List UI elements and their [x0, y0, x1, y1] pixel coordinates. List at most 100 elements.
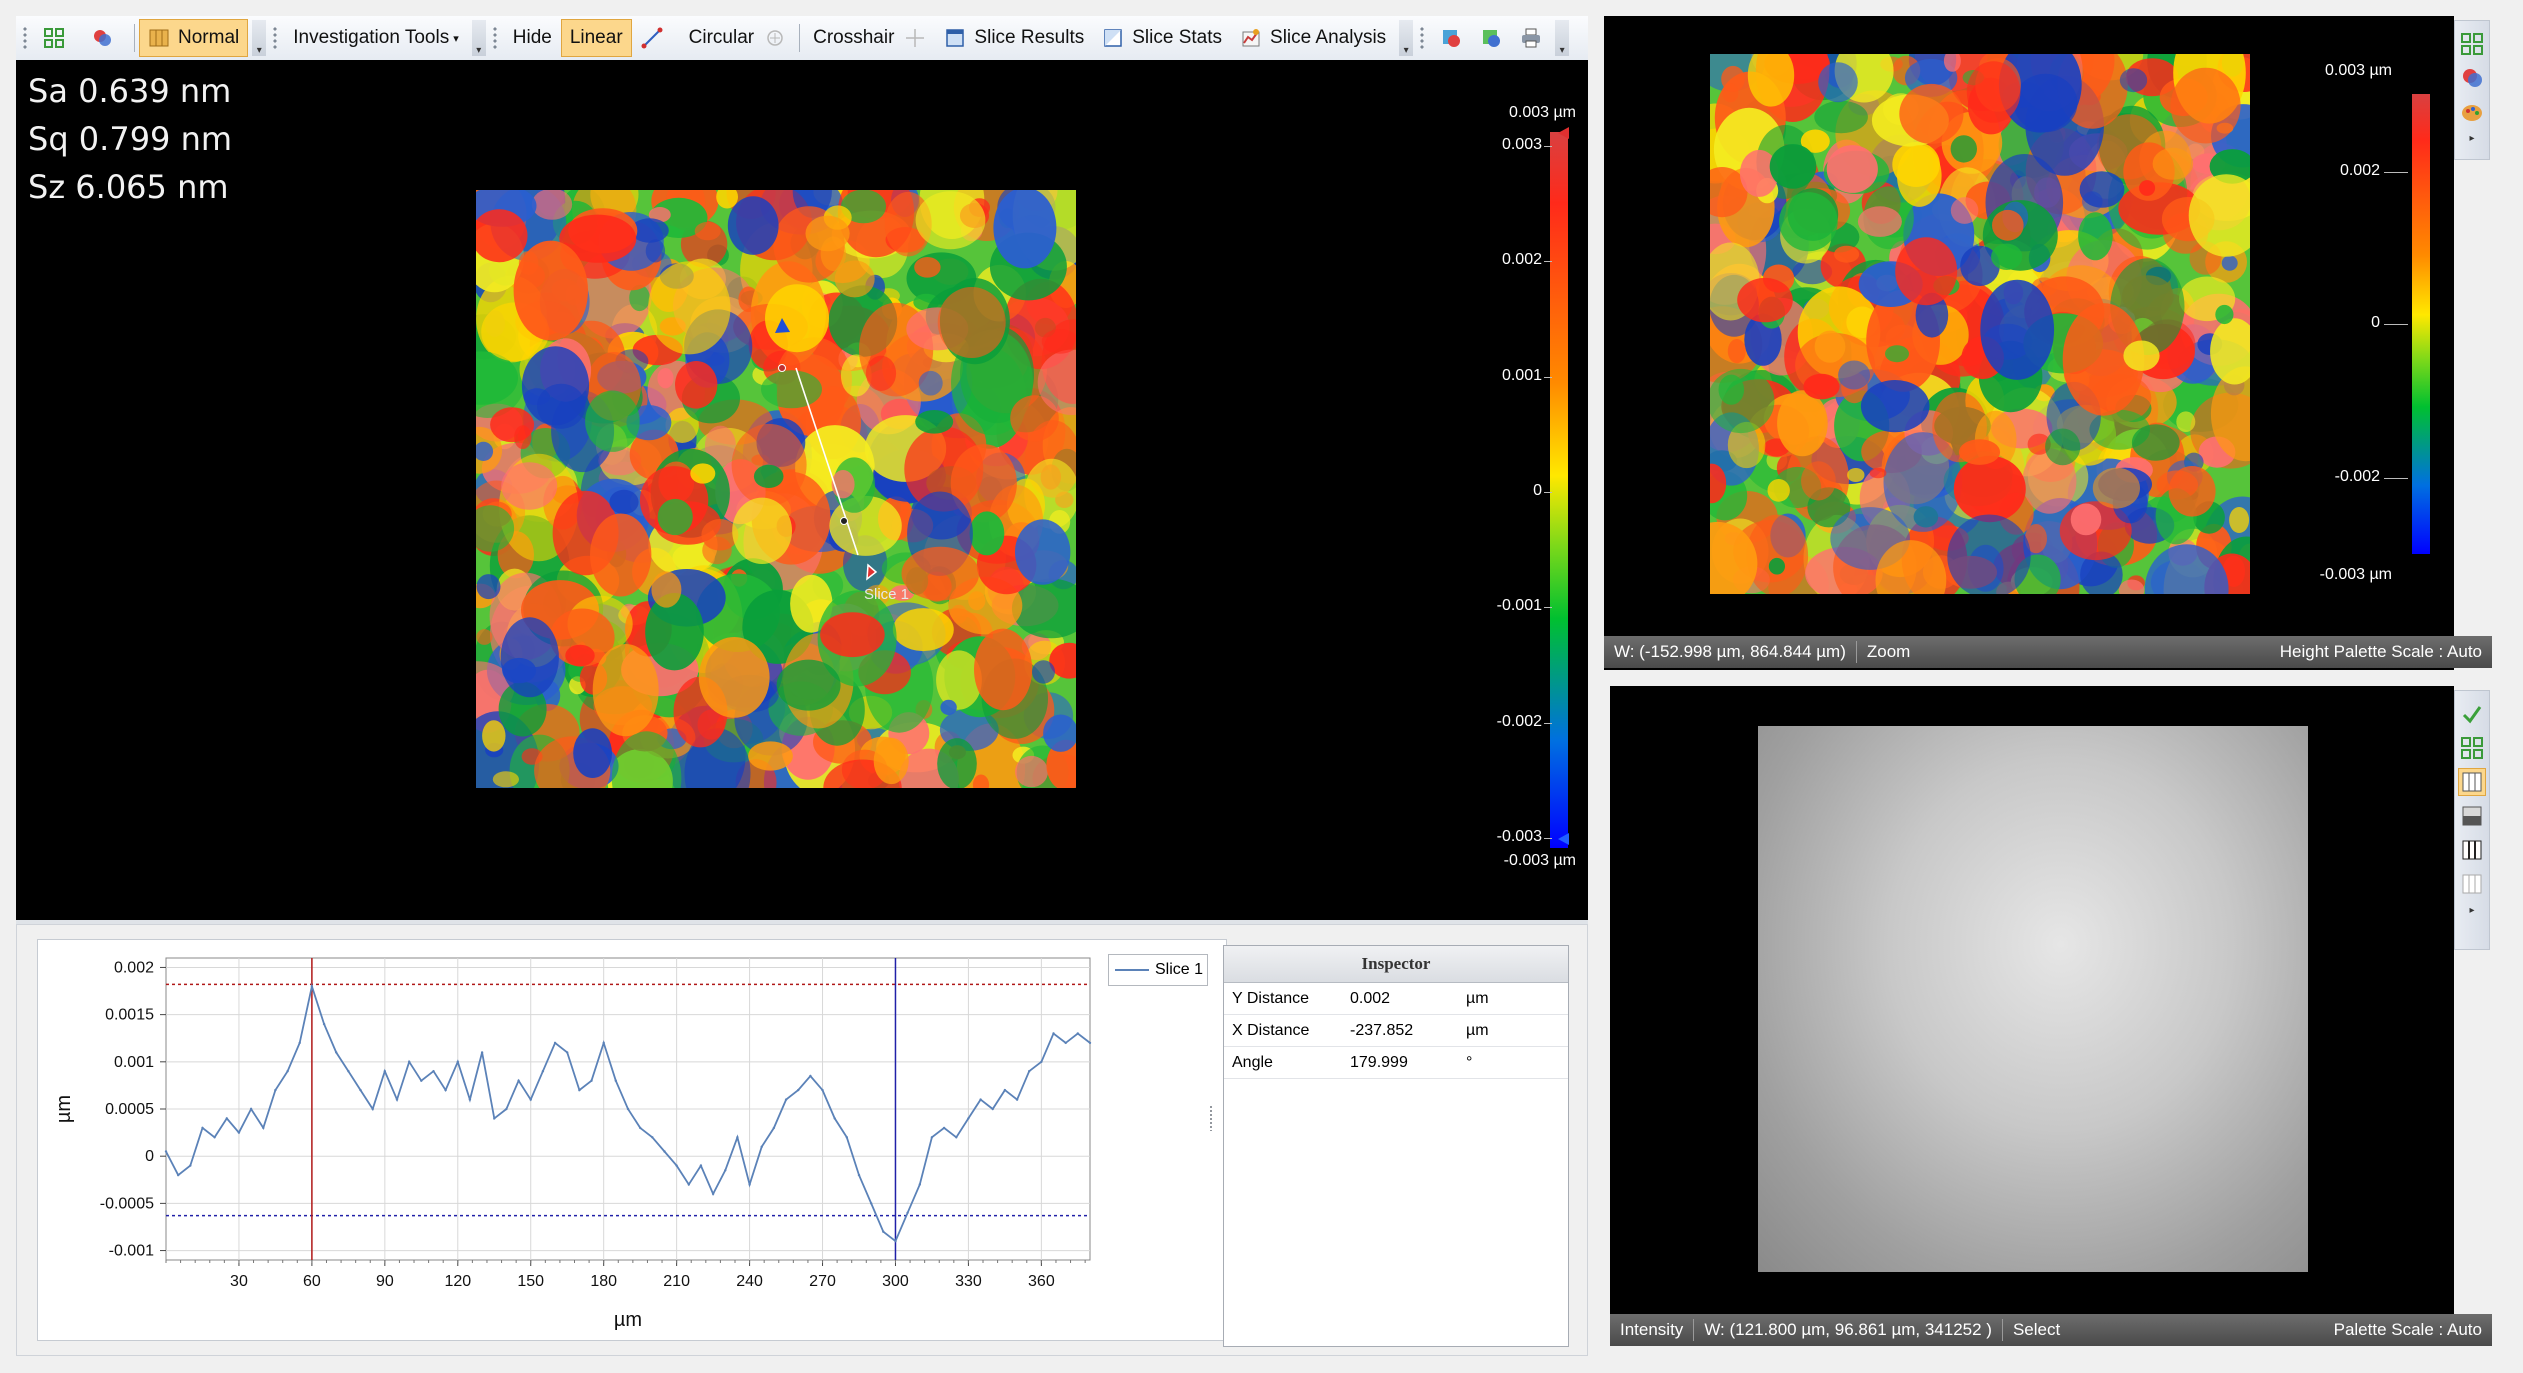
height-map-blob	[1801, 461, 1836, 501]
toolbar-grip[interactable]	[272, 26, 279, 50]
series-point	[882, 1230, 885, 1233]
height-view-status-bar: W: (-152.998 µm, 864.844 µm) Zoom Height…	[1604, 636, 2492, 668]
series-point	[894, 1239, 897, 1243]
series-point	[979, 1098, 982, 1101]
printer-icon	[1522, 28, 1541, 48]
intensity-w-coordinates: W: (121.800 µm, 96.861 µm, 341252 )	[1704, 1320, 1992, 1339]
main-surface-view[interactable]: Sa 0.639 nm Sq 0.799 nm Sz 6.065 nm Slic…	[16, 60, 1588, 920]
right-horizontal-splitter[interactable]	[1604, 670, 2492, 684]
series-point	[687, 1183, 690, 1186]
palette-icon[interactable]	[2459, 65, 2485, 91]
series-point	[1015, 1098, 1019, 1101]
slice-analysis-button[interactable]: Slice Analysis	[1231, 19, 1395, 57]
series-point	[651, 1136, 654, 1139]
slice-cursor-blue-dot[interactable]	[840, 517, 848, 525]
inspector-row-name: Angle	[1232, 1054, 1273, 1071]
slice-end-marker[interactable]	[866, 563, 878, 581]
toolbar-overflow-2[interactable]: ▾	[471, 20, 486, 56]
slice-stats-button[interactable]: Slice Stats	[1093, 19, 1231, 57]
slice-line[interactable]	[795, 367, 859, 556]
toolbar-grip[interactable]	[1419, 26, 1426, 50]
height-view-panel[interactable]: 0.003 µm 0.002 0 -0.002 -0.003 µm	[1604, 16, 2454, 676]
height-map-blob	[2079, 171, 2125, 208]
inspector-row: Y Distance 0.002 µm	[1224, 983, 1568, 1015]
slice-cursor-red-dot[interactable]	[778, 364, 786, 372]
height-w-coordinates: W: (-152.998 µm, 864.844 µm)	[1614, 642, 1846, 661]
series-point	[991, 1107, 994, 1111]
chart-legend: Slice 1	[1108, 954, 1208, 986]
image-mode-icon[interactable]	[2459, 803, 2485, 829]
height-palette-scale[interactable]: Height Palette Scale : Auto	[2270, 642, 2492, 662]
toolbar-grip[interactable]	[22, 26, 28, 50]
columns-disabled-icon[interactable]	[2459, 871, 2485, 897]
side-toolbar-overflow[interactable]: ▸	[2469, 905, 2474, 916]
series-point	[480, 1051, 484, 1054]
vertical-splitter[interactable]	[1590, 16, 1604, 1356]
series-point	[675, 1164, 678, 1167]
series-point	[930, 1136, 934, 1139]
checkmark-icon[interactable]	[2459, 701, 2485, 727]
slice-results-button[interactable]: Slice Results	[935, 19, 1093, 57]
investigation-tools-dropdown[interactable]: Investigation Tools ▾	[284, 19, 468, 57]
fit-view-icon[interactable]	[2459, 735, 2485, 761]
crosshair-label: Crosshair	[813, 27, 895, 48]
x-tick-label: 240	[736, 1273, 763, 1290]
side-toolbar-overflow[interactable]: ▸	[2469, 133, 2474, 144]
y-tick-label: -0.0005	[100, 1195, 154, 1212]
copy-image-button[interactable]	[1471, 19, 1511, 57]
colorbar-tick-label: 0.001	[1501, 366, 1542, 384]
intensity-image[interactable]	[1758, 726, 2308, 1272]
hide-button[interactable]: Hide	[504, 19, 561, 57]
slice-profile-chart[interactable]: 0.002 0.0015 0.001 0.0005 0 -0.0005 -0.001 30 60…	[37, 939, 1227, 1341]
normal-label: Normal	[178, 27, 240, 48]
series-point	[590, 1079, 593, 1082]
fit-view-button[interactable]	[34, 19, 82, 57]
toolbar-grip[interactable]	[491, 26, 498, 50]
grid-view-icon	[149, 29, 169, 47]
colorbar-tick-mark	[1544, 607, 1552, 609]
height-map-blob	[1950, 197, 1979, 224]
toolbar-overflow-1[interactable]: ▾	[252, 20, 267, 56]
toolbar-separator	[134, 24, 135, 52]
height-map-blob	[2092, 467, 2140, 509]
slice-start-marker[interactable]	[775, 318, 790, 333]
colorbar-tick-label: -0.003	[1496, 828, 1542, 845]
chart-splitter-grip[interactable]	[1209, 1105, 1213, 1131]
colorbar-tick-label: 0.003	[1501, 136, 1542, 153]
columns-icon[interactable]	[2459, 837, 2485, 863]
colorbar-tick-mark	[1544, 261, 1552, 263]
inspector-row: Angle 179.999 °	[1224, 1047, 1568, 1079]
circular-button[interactable]: Circular	[680, 19, 795, 57]
paint-palette-icon[interactable]	[2459, 99, 2485, 125]
height-map-thumbnail[interactable]	[1710, 54, 2250, 594]
series-point	[1003, 1088, 1007, 1092]
fit-view-icon[interactable]	[2459, 31, 2485, 57]
colorbar-max-label: 0.003 µm	[1508, 104, 1576, 121]
colorbar-tick-mark	[1544, 838, 1552, 839]
intensity-mode-icon[interactable]	[2458, 768, 2486, 796]
crosshair-button[interactable]: Crosshair	[804, 19, 935, 57]
height-tick-mark	[2384, 324, 2408, 325]
series-point	[274, 1088, 277, 1092]
series-point	[833, 1117, 836, 1120]
height-map-blob	[1958, 439, 2001, 465]
colorbar-tick-mark	[1544, 146, 1552, 147]
toolbar-overflow-3[interactable]: ▾	[1399, 20, 1414, 56]
series-point	[335, 1051, 338, 1054]
normal-view-button[interactable]: Normal	[139, 19, 249, 57]
intensity-type-label: Intensity	[1620, 1320, 1684, 1339]
intensity-palette-scale[interactable]: Palette Scale : Auto	[2324, 1320, 2492, 1340]
slice-results-icon	[946, 29, 965, 47]
linear-tool-button[interactable]	[632, 19, 680, 57]
print-button[interactable]	[1511, 19, 1551, 57]
palette-button[interactable]	[82, 19, 130, 57]
linear-button[interactable]: Linear	[560, 19, 632, 57]
intensity-view-panel[interactable]	[1610, 686, 2454, 1326]
series-point	[906, 1211, 909, 1214]
series-point	[699, 1164, 703, 1167]
height-tick-mark	[2384, 478, 2408, 479]
toolbar-overflow-4[interactable]: ▾	[1555, 20, 1570, 56]
series-point	[553, 1041, 557, 1045]
export-image-button[interactable]	[1431, 19, 1471, 57]
series-point	[468, 1098, 472, 1101]
